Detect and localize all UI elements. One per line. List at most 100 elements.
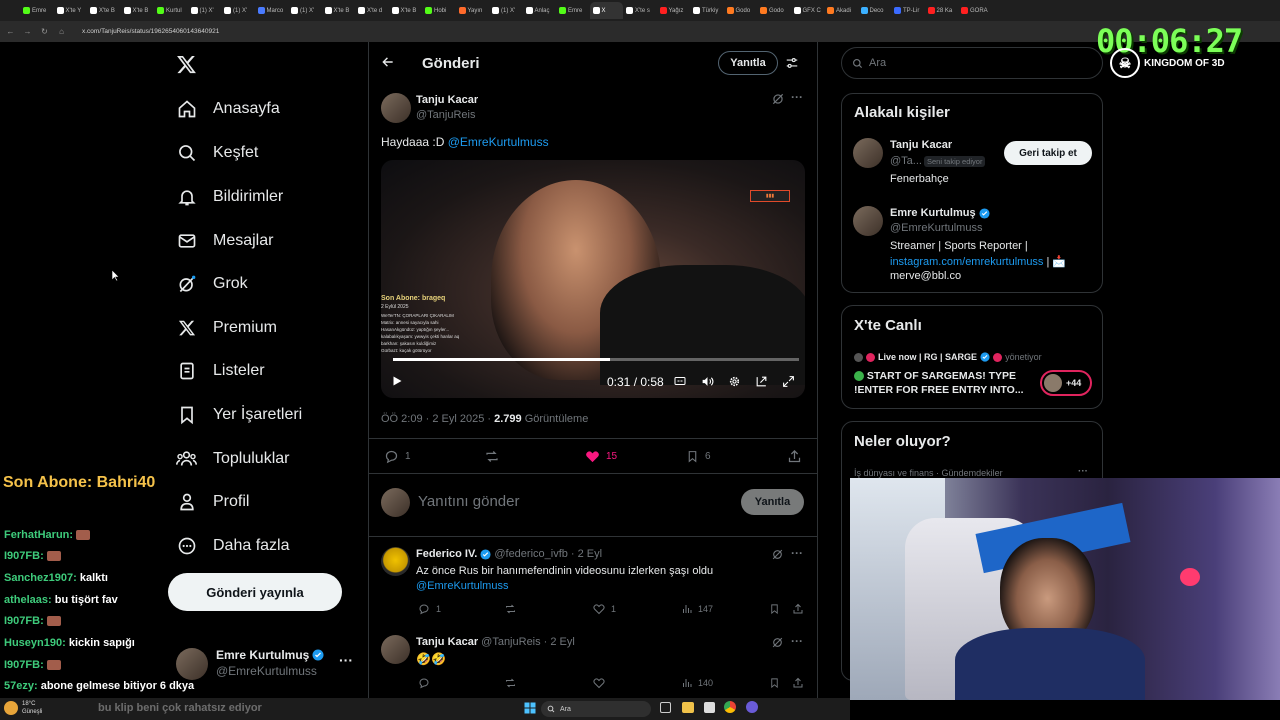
nav-more[interactable]: Daha fazla: [176, 531, 290, 561]
nav-communities[interactable]: Topluluklar: [176, 444, 289, 474]
person-name[interactable]: Tanju Kacar: [890, 139, 952, 151]
browser-tab[interactable]: Akadi: [824, 2, 857, 19]
post-timestamp[interactable]: ÖÖ 2:09 · 2 Eyl 2025 ·: [381, 413, 491, 425]
nav-premium[interactable]: Premium: [176, 313, 277, 343]
grok-icon[interactable]: [771, 636, 784, 649]
x-logo-icon[interactable]: [176, 54, 197, 75]
live-host-row[interactable]: Live now | RG | SARGE yönetiyor: [854, 352, 1042, 362]
taskbar-search[interactable]: Ara: [541, 701, 651, 717]
mention-link[interactable]: @EmreKurtulmuss: [416, 580, 508, 592]
more-horizontal-icon[interactable]: ···: [339, 652, 353, 668]
heart-icon[interactable]: [593, 677, 605, 689]
browser-tab[interactable]: Emre: [556, 2, 589, 19]
browser-tab[interactable]: Deco: [858, 2, 891, 19]
browser-tab[interactable]: X: [589, 2, 623, 19]
browser-tab[interactable]: Godo: [724, 2, 757, 19]
browser-tab[interactable]: X'te s: [623, 2, 656, 19]
browser-tab[interactable]: X'te B: [87, 2, 120, 19]
person-avatar[interactable]: [853, 206, 883, 236]
share-icon[interactable]: [792, 677, 804, 689]
browser-tab[interactable]: GFX C: [791, 2, 824, 19]
nav-notifications[interactable]: Bildirimler: [176, 182, 283, 212]
browser-tab[interactable]: (1) X': [489, 2, 522, 19]
more-horizontal-icon[interactable]: ···: [791, 634, 803, 648]
reply-author-handle[interactable]: @TanjuReis: [481, 636, 540, 648]
settings-gear-icon[interactable]: [728, 375, 741, 388]
browser-tab[interactable]: (1) X': [288, 2, 321, 19]
repost-icon[interactable]: [484, 449, 500, 464]
live-title[interactable]: START OF SARGEMAS! TYPE !ENTER FOR FREE …: [854, 369, 1024, 397]
person-handle[interactable]: @Ta...: [890, 155, 922, 167]
browser-tab[interactable]: Kurtul: [154, 2, 187, 19]
reply-action[interactable]: 1: [384, 449, 411, 464]
more-horizontal-icon[interactable]: ···: [1078, 466, 1088, 477]
author-name[interactable]: Tanju Kacar: [416, 94, 478, 106]
more-horizontal-icon[interactable]: ···: [791, 546, 803, 560]
back-icon[interactable]: ←: [4, 27, 17, 36]
post-button[interactable]: Gönderi yayınla: [168, 573, 342, 611]
person-handle[interactable]: @EmreKurtulmuss: [890, 222, 982, 234]
reply-author-name[interactable]: Federico IV.: [416, 548, 477, 560]
browser-tab[interactable]: X'te d: [355, 2, 388, 19]
task-view-icon[interactable]: [660, 702, 671, 713]
browser-tab[interactable]: Hobi: [422, 2, 455, 19]
bookmark-icon[interactable]: [769, 677, 780, 689]
video-player[interactable]: ▮▮▮ Son Abone: brageq 2 Eylül 2025 WeTer…: [381, 160, 805, 398]
browser-tab[interactable]: Yayın: [456, 2, 489, 19]
author-handle[interactable]: @TanjuReis: [416, 109, 475, 121]
store-icon[interactable]: [704, 702, 715, 713]
reply-avatar[interactable]: [381, 635, 410, 664]
browser-tab[interactable]: X'te B: [322, 2, 355, 19]
grok-icon[interactable]: [771, 92, 785, 106]
share-icon[interactable]: [792, 603, 804, 615]
trend-category[interactable]: İş dünyası ve finans · Gündemdekiler: [854, 468, 1003, 478]
windows-start-icon[interactable]: [524, 702, 536, 714]
nav-messages[interactable]: Mesajlar: [176, 226, 273, 256]
account-switcher[interactable]: Emre Kurtulmuş @EmreKurtulmuss ···: [176, 646, 356, 682]
like-action[interactable]: 1: [593, 603, 616, 615]
forward-icon[interactable]: →: [21, 27, 34, 36]
browser-tab[interactable]: Marco: [255, 2, 288, 19]
author-avatar[interactable]: [381, 93, 411, 123]
reply-author-name[interactable]: Tanju Kacar: [416, 636, 478, 648]
back-arrow-icon[interactable]: [381, 55, 395, 69]
repost-icon[interactable]: [504, 603, 517, 615]
browser-tab[interactable]: Türkiy: [690, 2, 723, 19]
grok-icon[interactable]: [771, 548, 784, 561]
views-action[interactable]: 140: [681, 677, 713, 689]
nav-explore[interactable]: Keşfet: [176, 138, 258, 168]
views-action[interactable]: 147: [681, 603, 713, 615]
browser-tab[interactable]: TP-Lir: [891, 2, 924, 19]
nav-profile[interactable]: Profil: [176, 487, 249, 517]
reply-chip-button[interactable]: Yanıtla: [718, 51, 778, 75]
person-name[interactable]: Emre Kurtulmuş: [890, 207, 976, 219]
bookmark-icon[interactable]: [769, 603, 780, 615]
nav-lists[interactable]: Listeler: [176, 356, 265, 386]
reply-submit-button[interactable]: Yanıtla: [741, 489, 804, 515]
captions-icon[interactable]: [674, 375, 686, 387]
app-icon[interactable]: [746, 701, 758, 713]
reload-icon[interactable]: ↻: [38, 27, 51, 36]
follow-back-button[interactable]: Geri takip et: [1004, 141, 1092, 165]
person-avatar[interactable]: [853, 138, 883, 168]
bookmark-action[interactable]: 6: [686, 449, 711, 464]
chrome-icon[interactable]: [724, 701, 736, 713]
browser-tab[interactable]: X'te Y: [54, 2, 87, 19]
browser-tab[interactable]: Godo: [757, 2, 790, 19]
play-icon[interactable]: [391, 375, 403, 387]
url-field[interactable]: x.com/TanjuReis/status/19626540601436409…: [82, 28, 219, 35]
nav-bookmarks[interactable]: Yer İşaretleri: [176, 400, 302, 430]
home-icon[interactable]: ⌂: [55, 27, 68, 36]
listener-count[interactable]: +44: [1040, 370, 1092, 396]
volume-icon[interactable]: [701, 375, 714, 388]
weather-icon[interactable]: [4, 701, 18, 715]
browser-tab[interactable]: X'te B: [389, 2, 422, 19]
browser-tab[interactable]: Yağız: [657, 2, 690, 19]
search-box[interactable]: Ara: [841, 47, 1103, 79]
share-icon[interactable]: [787, 449, 802, 464]
reply-input[interactable]: Yanıtını gönder: [418, 493, 519, 510]
reply-avatar[interactable]: [381, 547, 410, 576]
mention-link[interactable]: @EmreKurtulmuss: [448, 135, 549, 149]
comment-icon[interactable]: [418, 677, 430, 689]
reply-author-handle[interactable]: @federico_ivfb: [494, 548, 568, 560]
